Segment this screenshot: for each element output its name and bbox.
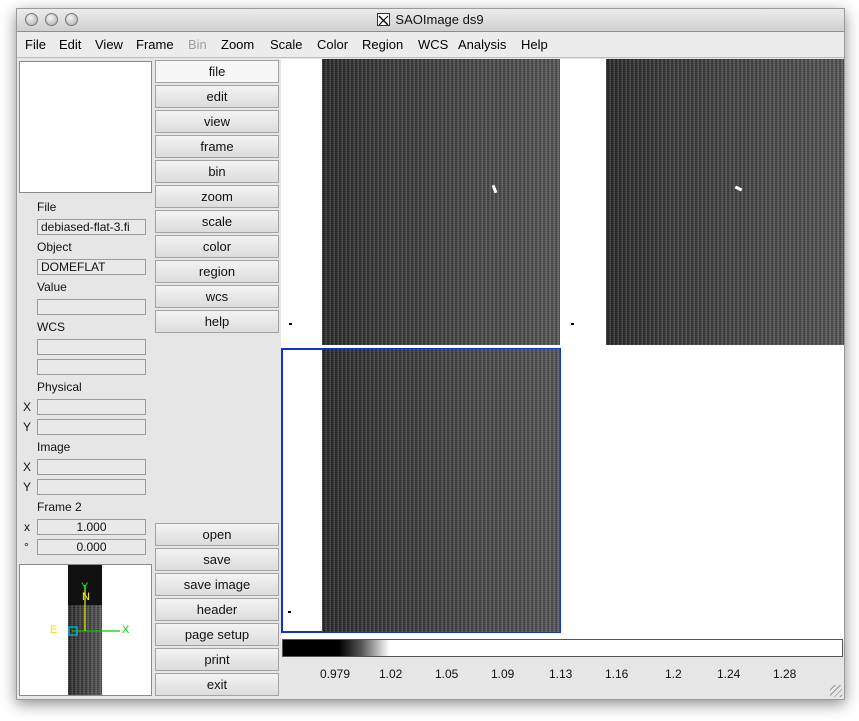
file-label: File	[37, 200, 57, 214]
colorbar-tick: 0.979	[320, 667, 351, 681]
object-field: DOMEFLAT	[37, 259, 146, 275]
file-field: debiased-flat-3.fi	[37, 219, 146, 235]
image-y-label: Y	[23, 480, 32, 494]
value-field	[37, 299, 146, 315]
button-frame[interactable]: frame	[155, 135, 279, 158]
magnifier-view	[19, 61, 152, 193]
image-x-field	[37, 459, 146, 475]
button-print[interactable]: print	[155, 648, 279, 671]
panner-y-label: Y	[81, 581, 89, 593]
button-scale[interactable]: scale	[155, 210, 279, 233]
wcs-field-1	[37, 339, 146, 355]
button-bin[interactable]: bin	[155, 160, 279, 183]
button-wcs[interactable]: wcs	[155, 285, 279, 308]
physical-x-field	[37, 399, 146, 415]
frame-1-image	[322, 59, 560, 345]
physical-y-label: Y	[23, 420, 32, 434]
button-save-image[interactable]: save image	[155, 573, 279, 596]
colorbar-tick: 1.05	[435, 667, 459, 681]
menu-analysis[interactable]: Analysis	[458, 37, 506, 52]
panner-x-label: X	[122, 624, 130, 636]
frame-3-image	[606, 59, 844, 345]
menu-wcs[interactable]: WCS	[418, 37, 448, 52]
menu-bar: File Edit View Frame Bin Zoom Scale Colo…	[17, 32, 844, 58]
colorbar-tick: 1.13	[549, 667, 573, 681]
button-zoom[interactable]: zoom	[155, 185, 279, 208]
zoom-field: 1.000	[37, 519, 146, 535]
frame-3[interactable]	[565, 59, 844, 345]
colorbar-tick: 1.02	[379, 667, 403, 681]
frame-1-marker	[289, 323, 292, 325]
wcs-label: WCS	[37, 320, 65, 334]
button-exit[interactable]: exit	[155, 673, 279, 696]
frame-2-current[interactable]	[281, 348, 561, 633]
panner-east-label: E	[50, 624, 58, 636]
window-title: SAOImage ds9	[395, 12, 484, 27]
ds9-window: SAOImage ds9 File Edit View Frame Bin Zo…	[16, 8, 845, 700]
frame-2-image	[322, 349, 560, 632]
menu-help[interactable]: Help	[521, 37, 548, 52]
zoom-symbol: x	[24, 520, 30, 534]
panner-view[interactable]: N Y E X	[19, 564, 152, 696]
button-view[interactable]: view	[155, 110, 279, 133]
colorbar-tick: 1.24	[717, 667, 741, 681]
button-help[interactable]: help	[155, 310, 279, 333]
button-page-setup[interactable]: page setup	[155, 623, 279, 646]
menu-view[interactable]: View	[95, 37, 123, 52]
menu-region[interactable]: Region	[362, 37, 403, 52]
button-file[interactable]: file	[155, 60, 279, 83]
frame-3-marker	[571, 323, 574, 325]
value-label: Value	[37, 280, 67, 294]
frame-2-marker	[288, 611, 291, 613]
menu-edit[interactable]: Edit	[59, 37, 81, 52]
button-header[interactable]: header	[155, 598, 279, 621]
angle-symbol: °	[24, 540, 29, 554]
colorbar-tick: 1.2	[665, 667, 682, 681]
wcs-field-2	[37, 359, 146, 375]
physical-y-field	[37, 419, 146, 435]
menu-scale[interactable]: Scale	[270, 37, 303, 52]
menu-color[interactable]: Color	[317, 37, 348, 52]
colorbar-tick: 1.16	[605, 667, 629, 681]
button-color[interactable]: color	[155, 235, 279, 258]
menu-zoom[interactable]: Zoom	[221, 37, 254, 52]
physical-label: Physical	[37, 380, 82, 394]
image-label: Image	[37, 440, 71, 454]
colorbar-tick: 1.09	[491, 667, 515, 681]
image-x-label: X	[23, 460, 32, 474]
object-label: Object	[37, 240, 72, 254]
button-open[interactable]: open	[155, 523, 279, 546]
image-canvas[interactable]	[281, 59, 844, 641]
physical-x-label: X	[23, 400, 32, 414]
menu-file[interactable]: File	[25, 37, 46, 52]
menu-bin: Bin	[188, 37, 207, 52]
frame-1[interactable]	[281, 59, 560, 345]
angle-field: 0.000	[37, 539, 146, 555]
x11-icon	[377, 13, 391, 26]
button-region[interactable]: region	[155, 260, 279, 283]
menu-frame[interactable]: Frame	[136, 37, 174, 52]
colorbar[interactable]	[282, 639, 843, 657]
title-bar: SAOImage ds9	[17, 9, 844, 32]
image-y-field	[37, 479, 146, 495]
frame-label: Frame 2	[37, 500, 82, 514]
resize-grip-icon[interactable]	[830, 685, 842, 697]
button-edit[interactable]: edit	[155, 85, 279, 108]
colorbar-tick: 1.28	[773, 667, 797, 681]
button-save[interactable]: save	[155, 548, 279, 571]
